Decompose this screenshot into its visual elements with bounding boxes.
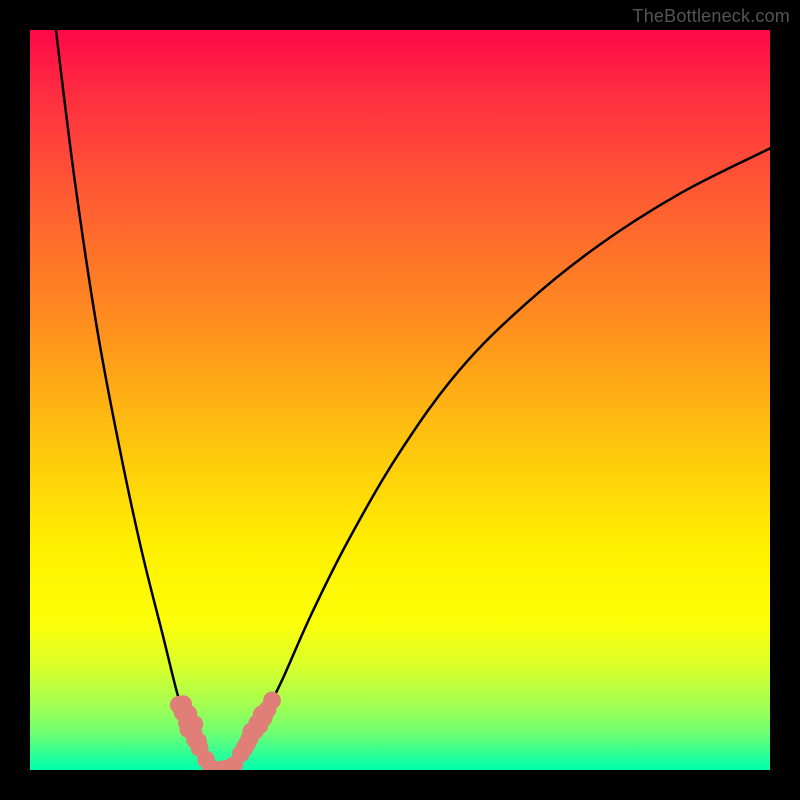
scatter-point (263, 692, 281, 710)
scatter-point (185, 715, 203, 733)
plot-area (30, 30, 770, 770)
chart-frame: TheBottleneck.com (0, 0, 800, 800)
watermark-text: TheBottleneck.com (633, 6, 790, 27)
scatter-point (189, 732, 207, 750)
bottleneck-curve (56, 30, 770, 770)
chart-svg (30, 30, 770, 770)
